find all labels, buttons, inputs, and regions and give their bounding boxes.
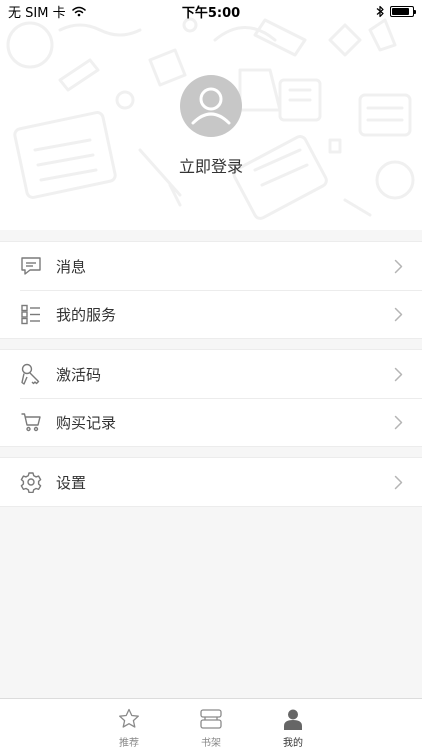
menu-group-1: 消息 我的服务 (0, 241, 422, 339)
chevron-right-icon (390, 475, 406, 490)
menu-item-messages[interactable]: 消息 (0, 242, 422, 290)
battery-level (392, 7, 409, 15)
menu-label-settings: 设置 (56, 473, 87, 492)
chevron-right-icon (390, 415, 406, 430)
menu-label-purchase-history: 购买记录 (56, 413, 117, 432)
person-icon (284, 709, 302, 730)
menu-item-settings[interactable]: 设置 (0, 458, 422, 506)
tab-bar: 推荐 书架 我的 (0, 698, 422, 750)
profile-header: 立即登录 (0, 0, 422, 230)
tab-label-mine: 我的 (283, 738, 303, 749)
status-right (376, 5, 416, 18)
avatar[interactable] (180, 75, 242, 137)
menu-label-activation-code: 激活码 (56, 365, 102, 384)
key-icon (20, 363, 42, 385)
message-icon (20, 255, 42, 277)
user-avatar-icon (191, 87, 231, 125)
gear-icon (20, 471, 42, 493)
menu-label-messages: 消息 (56, 257, 87, 276)
service-list-icon (20, 303, 42, 325)
tab-label-bookshelf: 书架 (201, 738, 221, 749)
status-bar: 无 SIM 卡 下午5:00 (0, 0, 422, 22)
tab-bookshelf[interactable]: 书架 (189, 699, 233, 750)
status-left: 无 SIM 卡 (8, 2, 86, 21)
login-link[interactable]: 立即登录 (0, 153, 422, 177)
app-screen: 立即登录 无 SIM 卡 下午5:00 消息 我的服务 激活码 购买记录 设置 … (0, 0, 422, 750)
menu-group-2: 激活码 购买记录 (0, 349, 422, 447)
tab-mine[interactable]: 我的 (271, 699, 315, 750)
menu-item-activation-code[interactable]: 激活码 (0, 350, 422, 398)
menu-item-my-services[interactable]: 我的服务 (0, 290, 422, 338)
menu-group-3: 设置 (0, 457, 422, 507)
cart-icon (20, 411, 42, 433)
menu-label-my-services: 我的服务 (56, 305, 117, 324)
tab-recommend[interactable]: 推荐 (107, 699, 151, 750)
menu-item-purchase-history[interactable]: 购买记录 (0, 398, 422, 446)
chevron-right-icon (390, 367, 406, 382)
tab-label-recommend: 推荐 (119, 738, 139, 749)
battery-icon (390, 5, 416, 17)
carrier-text: 无 SIM 卡 (8, 5, 66, 21)
bluetooth-icon (376, 5, 384, 17)
chevron-right-icon (390, 259, 406, 274)
star-icon (119, 708, 139, 728)
bookshelf-icon (200, 709, 222, 729)
chevron-right-icon (390, 307, 406, 322)
wifi-icon (71, 6, 86, 16)
